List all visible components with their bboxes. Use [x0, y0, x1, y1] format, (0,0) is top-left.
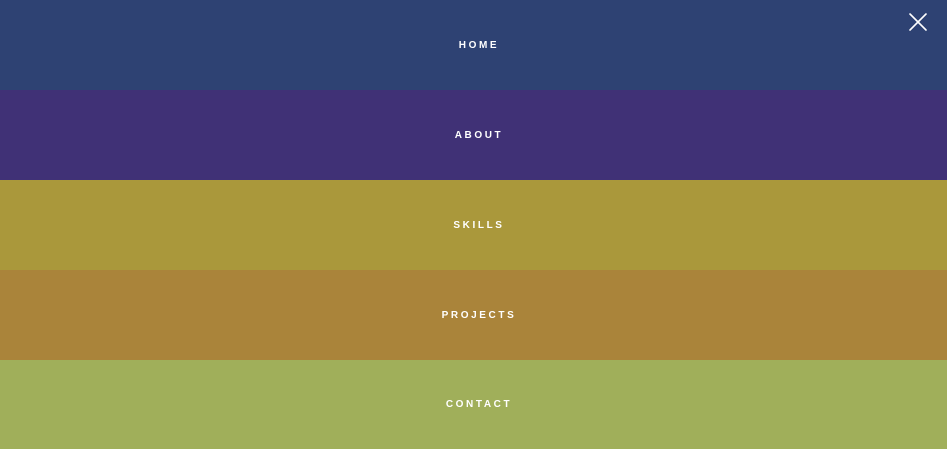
nav-item-label: HOME: [458, 39, 500, 51]
close-menu-button[interactable]: [903, 7, 933, 37]
nav-item-label: SKILLS: [453, 219, 505, 231]
nav-item-label: PROJECTS: [441, 309, 517, 321]
nav-item-projects[interactable]: PROJECTS: [0, 270, 947, 360]
nav-item-about[interactable]: ABOUT: [0, 90, 947, 180]
nav-item-label: CONTACT: [445, 399, 513, 410]
nav-item-label: ABOUT: [454, 129, 504, 141]
nav-item-home[interactable]: HOME: [0, 0, 947, 90]
nav-item-skills[interactable]: SKILLS: [0, 180, 947, 270]
nav-item-contact[interactable]: CONTACT: [0, 360, 947, 449]
fullscreen-nav-menu: HOME ABOUT SKILLS PROJECTS CONTACT: [0, 0, 947, 449]
close-icon: [909, 13, 927, 31]
